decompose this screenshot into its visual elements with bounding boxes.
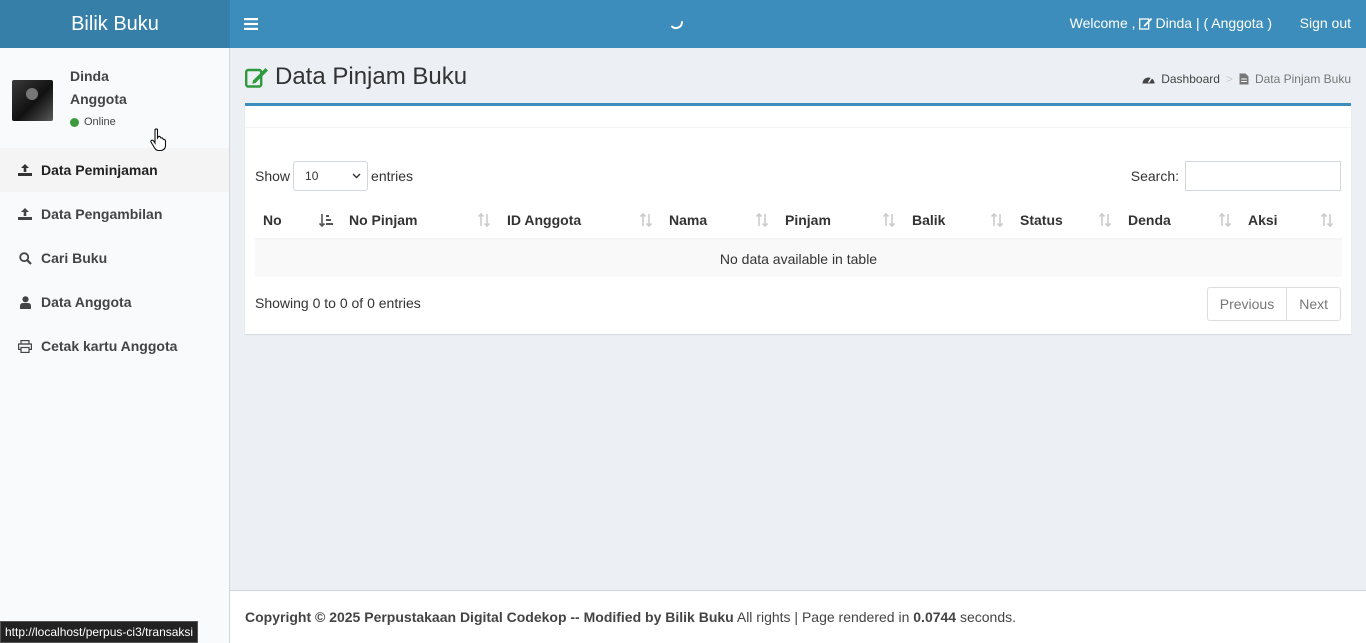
data-box: Show 10 entries Search: No No Pinjam ID … (245, 103, 1351, 334)
previous-button[interactable]: Previous (1208, 288, 1286, 320)
column-header-label: Balik (912, 212, 946, 228)
column-header-denda[interactable]: Denda (1120, 202, 1240, 240)
sidebar-menu: Data Peminjaman Data Pengambilan Cari Bu… (0, 148, 229, 368)
welcome-text: Welcome , Dinda | ( Anggota ) (1070, 15, 1272, 31)
column-header-no-pinjam[interactable]: No Pinjam (341, 202, 499, 240)
user-status-label: Online (84, 116, 116, 128)
column-header-nama[interactable]: Nama (661, 202, 777, 240)
online-dot-icon (70, 117, 79, 127)
loans-table: No No Pinjam ID Anggota Nama Pinjam Bali… (255, 202, 1342, 277)
page-title-text: Data Pinjam Buku (275, 63, 468, 90)
sidebar: Dinda Anggota Online Data Peminjaman Dat… (0, 48, 230, 643)
user-icon (18, 295, 32, 309)
hand-cursor-icon (150, 128, 167, 152)
sidebar-item-data-anggota[interactable]: Data Anggota (0, 280, 229, 324)
footer-rights: All rights | Page rendered in (733, 609, 914, 625)
column-header-balik[interactable]: Balik (904, 202, 1012, 240)
sort-icon (990, 213, 1004, 227)
print-icon (18, 339, 32, 353)
column-header-label: No (263, 212, 282, 228)
app-logo[interactable]: Bilik Buku (0, 0, 230, 48)
chevron-down-icon (352, 173, 361, 179)
sidebar-item-label: Data Pengambilan (41, 206, 163, 222)
column-header-label: Aksi (1248, 212, 1278, 228)
page-length-control: Show 10 entries (255, 161, 413, 191)
upload-icon (18, 207, 32, 221)
dashboard-icon (1142, 77, 1155, 83)
edit-icon (245, 68, 268, 88)
footer-render-time: 0.0744 (913, 609, 957, 625)
signout-link[interactable]: Sign out (1300, 15, 1351, 31)
sidebar-item-label: Cari Buku (41, 250, 108, 266)
sidebar-item-data-peminjaman[interactable]: Data Peminjaman (0, 148, 229, 192)
table-row: No data available in table (255, 239, 1342, 277)
sidebar-item-label: Cetak kartu Anggota (41, 338, 178, 354)
page-length-select[interactable]: 10 (293, 161, 369, 191)
hamburger-icon (244, 18, 258, 30)
column-header-label: Nama (669, 212, 708, 228)
sidebar-toggle-button[interactable] (240, 14, 262, 34)
upload-icon (18, 163, 32, 177)
search-control: Search: (1131, 161, 1341, 191)
search-label: Search: (1130, 168, 1179, 184)
sidebar-item-data-pengambilan[interactable]: Data Pengambilan (0, 192, 229, 236)
welcome-user[interactable]: Dinda | ( Anggota ) (1156, 15, 1272, 31)
show-label: Show (255, 168, 291, 184)
user-name: Dinda (70, 68, 109, 84)
page-length-value: 10 (305, 169, 319, 183)
empty-table-message: No data available in table (255, 239, 1342, 277)
sort-asc-icon (319, 214, 333, 227)
sort-icon (1098, 213, 1112, 227)
breadcrumb-current: Data Pinjam Buku (1254, 72, 1351, 86)
breadcrumb: Dashboard > Data Pinjam Buku (1142, 72, 1351, 86)
column-header-label: Status (1020, 212, 1063, 228)
sidebar-item-cari-buku[interactable]: Cari Buku (0, 236, 229, 280)
breadcrumb-separator: > (1225, 72, 1233, 86)
loading-spinner-icon (671, 21, 684, 30)
user-status: Online (70, 116, 116, 128)
search-input[interactable] (1185, 161, 1341, 191)
entries-label: entries (371, 168, 414, 184)
footer-suffix: seconds. (956, 609, 1017, 625)
sort-icon (755, 213, 769, 227)
user-panel: Dinda Anggota Online (12, 68, 222, 138)
sort-icon (1320, 213, 1334, 227)
sidebar-item-label: Data Anggota (41, 294, 132, 310)
file-icon (1239, 73, 1249, 85)
sidebar-item-cetak-kartu-anggota[interactable]: Cetak kartu Anggota (0, 324, 229, 368)
table-info: Showing 0 to 0 of 0 entries (255, 295, 421, 311)
browser-status-url: http://localhost/perpus-ci3/transaksi (0, 621, 199, 643)
column-header-pinjam[interactable]: Pinjam (777, 202, 904, 240)
welcome-prefix: Welcome , (1069, 15, 1136, 31)
avatar (12, 80, 53, 121)
sort-icon (882, 213, 896, 227)
column-header-label: No Pinjam (349, 212, 418, 228)
sort-icon (1218, 213, 1232, 227)
user-role: Anggota (70, 91, 127, 107)
breadcrumb-home-link[interactable]: Dashboard (1161, 72, 1220, 86)
column-header-label: ID Anggota (507, 212, 582, 228)
sidebar-item-label: Data Peminjaman (41, 162, 158, 178)
column-header-no[interactable]: No (255, 202, 341, 240)
top-navbar: Bilik Buku Welcome , Dinda | ( Anggota )… (0, 0, 1366, 48)
search-icon (18, 251, 32, 265)
box-header (245, 106, 1351, 128)
sort-icon (477, 213, 491, 227)
column-header-label: Pinjam (785, 212, 831, 228)
footer: Copyright © 2025 Perpustakaan Digital Co… (230, 590, 1366, 643)
page-title: Data Pinjam Buku (245, 63, 467, 91)
column-header-id-anggota[interactable]: ID Anggota (499, 202, 661, 240)
column-header-label: Denda (1128, 212, 1171, 228)
next-button[interactable]: Next (1286, 288, 1340, 320)
column-header-status[interactable]: Status (1012, 202, 1120, 240)
column-header-aksi[interactable]: Aksi (1240, 202, 1342, 240)
edit-icon (1138, 17, 1152, 30)
sort-icon (639, 213, 653, 227)
pagination: Previous Next (1206, 287, 1341, 321)
table-header-row: No No Pinjam ID Anggota Nama Pinjam Bali… (255, 202, 1342, 240)
footer-copyright: Copyright © 2025 Perpustakaan Digital Co… (245, 609, 734, 625)
